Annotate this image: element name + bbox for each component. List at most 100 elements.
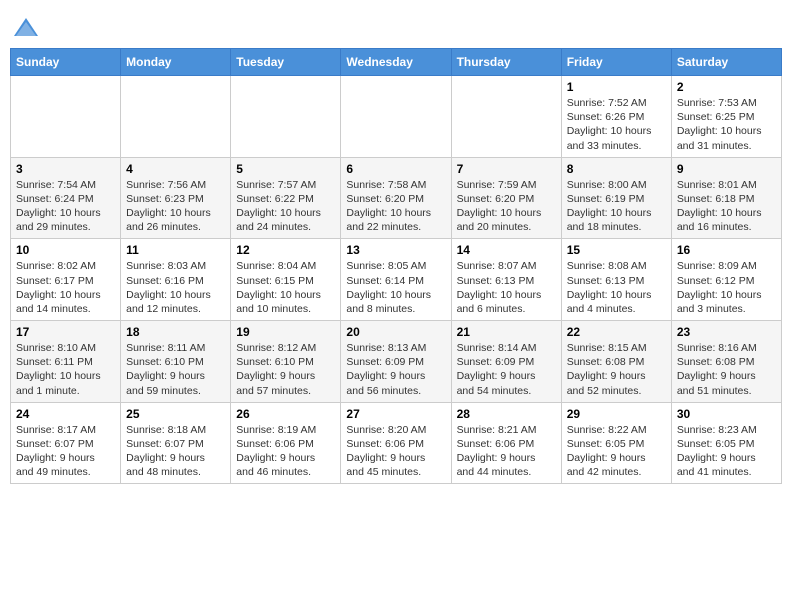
day-number: 9 (677, 162, 776, 176)
day-number: 1 (567, 80, 666, 94)
calendar-header-sunday: Sunday (11, 49, 121, 76)
day-info: Sunrise: 8:05 AM Sunset: 6:14 PM Dayligh… (346, 259, 445, 316)
day-info: Sunrise: 8:10 AM Sunset: 6:11 PM Dayligh… (16, 341, 115, 398)
day-info: Sunrise: 8:13 AM Sunset: 6:09 PM Dayligh… (346, 341, 445, 398)
logo (10, 14, 40, 42)
calendar-cell: 16Sunrise: 8:09 AM Sunset: 6:12 PM Dayli… (671, 239, 781, 321)
day-info: Sunrise: 8:23 AM Sunset: 6:05 PM Dayligh… (677, 423, 776, 480)
calendar-cell: 20 Sunrise: 8:13 AM Sunset: 6:09 PM Dayli… (341, 321, 451, 403)
calendar-header-monday: Monday (121, 49, 231, 76)
day-number: 28 (457, 407, 556, 421)
calendar-cell: 28 Sunrise: 8:21 AM Sunset: 6:06 PM Dayli… (451, 402, 561, 484)
logo-icon (12, 14, 40, 42)
day-info: Sunrise: 8:12 AM Sunset: 6:10 PM Dayligh… (236, 341, 335, 398)
day-number: 16 (677, 243, 776, 257)
day-info: Sunrise: 8:07 AM Sunset: 6:13 PM Dayligh… (457, 259, 556, 316)
day-info: Sunrise: 7:58 AM Sunset: 6:20 PM Dayligh… (346, 178, 445, 235)
day-info: Sunrise: 8:11 AM Sunset: 6:10 PM Dayligh… (126, 341, 225, 398)
calendar-cell: 13 Sunrise: 8:05 AM Sunset: 6:14 PM Dayli… (341, 239, 451, 321)
calendar-header-tuesday: Tuesday (231, 49, 341, 76)
calendar-cell: 30 Sunrise: 8:23 AM Sunset: 6:05 PM Dayli… (671, 402, 781, 484)
calendar-cell: 11 Sunrise: 8:03 AM Sunset: 6:16 PM Dayli… (121, 239, 231, 321)
day-number: 15 (567, 243, 666, 257)
day-number: 8 (567, 162, 666, 176)
calendar-week-3: 10 Sunrise: 8:02 AM Sunset: 6:17 PM Dayli… (11, 239, 782, 321)
page-header (10, 10, 782, 42)
calendar-week-1: 1 Sunrise: 7:52 AM Sunset: 6:26 PM Daylig… (11, 76, 782, 158)
day-info: Sunrise: 7:53 AM Sunset: 6:25 PM Dayligh… (677, 96, 776, 153)
calendar-cell: 29 Sunrise: 8:22 AM Sunset: 6:05 PM Dayli… (561, 402, 671, 484)
calendar-cell: 19 Sunrise: 8:12 AM Sunset: 6:10 PM Dayli… (231, 321, 341, 403)
calendar-cell: 21 Sunrise: 8:14 AM Sunset: 6:09 PM Dayli… (451, 321, 561, 403)
day-number: 10 (16, 243, 115, 257)
day-number: 22 (567, 325, 666, 339)
calendar-cell (341, 76, 451, 158)
calendar-header-thursday: Thursday (451, 49, 561, 76)
calendar-cell: 8 Sunrise: 8:00 AM Sunset: 6:19 PM Daylig… (561, 157, 671, 239)
day-number: 30 (677, 407, 776, 421)
day-number: 19 (236, 325, 335, 339)
day-number: 5 (236, 162, 335, 176)
calendar-cell: 15 Sunrise: 8:08 AM Sunset: 6:13 PM Dayli… (561, 239, 671, 321)
day-number: 4 (126, 162, 225, 176)
day-number: 18 (126, 325, 225, 339)
day-number: 29 (567, 407, 666, 421)
calendar-header-friday: Friday (561, 49, 671, 76)
calendar-cell: 22 Sunrise: 8:15 AM Sunset: 6:08 PM Dayli… (561, 321, 671, 403)
calendar-cell: 7 Sunrise: 7:59 AM Sunset: 6:20 PM Daylig… (451, 157, 561, 239)
calendar-cell: 18 Sunrise: 8:11 AM Sunset: 6:10 PM Dayli… (121, 321, 231, 403)
calendar-cell: 3 Sunrise: 7:54 AM Sunset: 6:24 PM Daylig… (11, 157, 121, 239)
day-info: Sunrise: 8:15 AM Sunset: 6:08 PM Dayligh… (567, 341, 666, 398)
day-info: Sunrise: 8:04 AM Sunset: 6:15 PM Dayligh… (236, 259, 335, 316)
day-info: Sunrise: 8:02 AM Sunset: 6:17 PM Dayligh… (16, 259, 115, 316)
calendar-cell: 25Sunrise: 8:18 AM Sunset: 6:07 PM Dayli… (121, 402, 231, 484)
calendar-cell: 27Sunrise: 8:20 AM Sunset: 6:06 PM Dayli… (341, 402, 451, 484)
day-number: 26 (236, 407, 335, 421)
calendar-cell: 6Sunrise: 7:58 AM Sunset: 6:20 PM Daylig… (341, 157, 451, 239)
calendar-cell: 9 Sunrise: 8:01 AM Sunset: 6:18 PM Daylig… (671, 157, 781, 239)
day-info: Sunrise: 8:01 AM Sunset: 6:18 PM Dayligh… (677, 178, 776, 235)
calendar-cell: 1 Sunrise: 7:52 AM Sunset: 6:26 PM Daylig… (561, 76, 671, 158)
day-info: Sunrise: 8:00 AM Sunset: 6:19 PM Dayligh… (567, 178, 666, 235)
day-info: Sunrise: 7:56 AM Sunset: 6:23 PM Dayligh… (126, 178, 225, 235)
day-info: Sunrise: 8:16 AM Sunset: 6:08 PM Dayligh… (677, 341, 776, 398)
day-number: 13 (346, 243, 445, 257)
day-number: 11 (126, 243, 225, 257)
day-number: 21 (457, 325, 556, 339)
calendar-cell (11, 76, 121, 158)
calendar-cell (121, 76, 231, 158)
day-info: Sunrise: 8:03 AM Sunset: 6:16 PM Dayligh… (126, 259, 225, 316)
calendar-week-2: 3 Sunrise: 7:54 AM Sunset: 6:24 PM Daylig… (11, 157, 782, 239)
day-info: Sunrise: 8:20 AM Sunset: 6:06 PM Dayligh… (346, 423, 445, 480)
calendar-table: SundayMondayTuesdayWednesdayThursdayFrid… (10, 48, 782, 484)
calendar-cell: 4 Sunrise: 7:56 AM Sunset: 6:23 PM Daylig… (121, 157, 231, 239)
day-info: Sunrise: 8:22 AM Sunset: 6:05 PM Dayligh… (567, 423, 666, 480)
day-info: Sunrise: 7:59 AM Sunset: 6:20 PM Dayligh… (457, 178, 556, 235)
day-number: 3 (16, 162, 115, 176)
day-number: 24 (16, 407, 115, 421)
calendar-header-saturday: Saturday (671, 49, 781, 76)
calendar-cell: 23 Sunrise: 8:16 AM Sunset: 6:08 PM Dayli… (671, 321, 781, 403)
day-info: Sunrise: 7:54 AM Sunset: 6:24 PM Dayligh… (16, 178, 115, 235)
calendar-week-5: 24 Sunrise: 8:17 AM Sunset: 6:07 PM Dayli… (11, 402, 782, 484)
day-number: 2 (677, 80, 776, 94)
day-number: 7 (457, 162, 556, 176)
calendar-cell: 24 Sunrise: 8:17 AM Sunset: 6:07 PM Dayli… (11, 402, 121, 484)
calendar-cell: 5Sunrise: 7:57 AM Sunset: 6:22 PM Daylig… (231, 157, 341, 239)
calendar-cell: 26 Sunrise: 8:19 AM Sunset: 6:06 PM Dayli… (231, 402, 341, 484)
day-info: Sunrise: 8:19 AM Sunset: 6:06 PM Dayligh… (236, 423, 335, 480)
day-info: Sunrise: 8:08 AM Sunset: 6:13 PM Dayligh… (567, 259, 666, 316)
day-info: Sunrise: 7:52 AM Sunset: 6:26 PM Dayligh… (567, 96, 666, 153)
calendar-cell (451, 76, 561, 158)
day-info: Sunrise: 8:18 AM Sunset: 6:07 PM Dayligh… (126, 423, 225, 480)
day-info: Sunrise: 8:14 AM Sunset: 6:09 PM Dayligh… (457, 341, 556, 398)
day-number: 23 (677, 325, 776, 339)
day-info: Sunrise: 8:17 AM Sunset: 6:07 PM Dayligh… (16, 423, 115, 480)
day-number: 14 (457, 243, 556, 257)
day-info: Sunrise: 8:21 AM Sunset: 6:06 PM Dayligh… (457, 423, 556, 480)
day-number: 17 (16, 325, 115, 339)
day-number: 20 (346, 325, 445, 339)
calendar-cell: 10 Sunrise: 8:02 AM Sunset: 6:17 PM Dayli… (11, 239, 121, 321)
calendar-header-wednesday: Wednesday (341, 49, 451, 76)
day-number: 12 (236, 243, 335, 257)
